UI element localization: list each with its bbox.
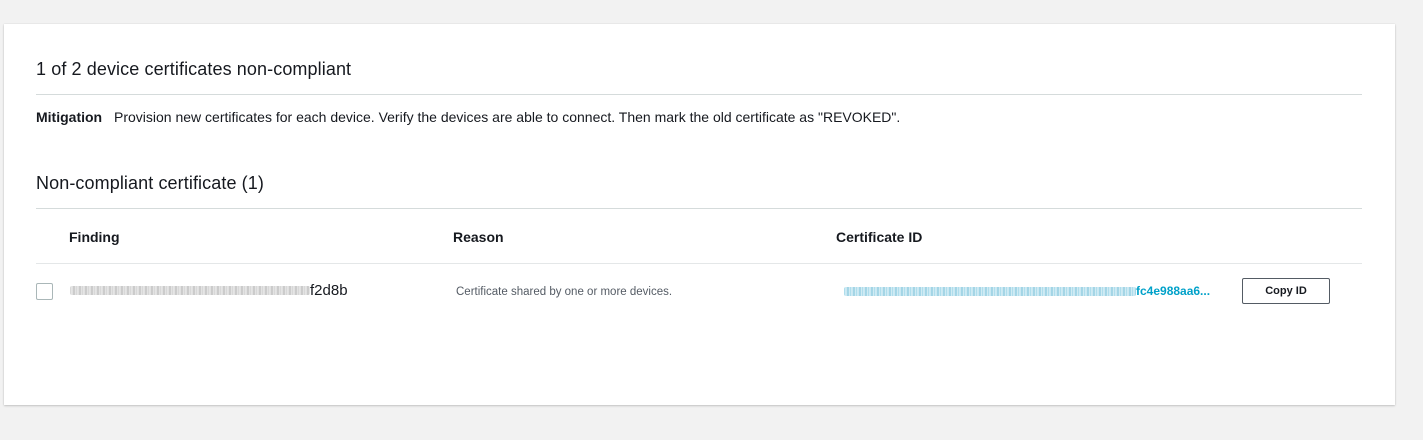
mitigation-text: Provision new certificates for each devi… — [114, 109, 901, 125]
column-header-certificate-id: Certificate ID — [836, 229, 923, 245]
reason-text: Certificate shared by one or more device… — [456, 286, 673, 298]
redacted-certificate-id — [844, 287, 1136, 296]
row-select-checkbox[interactable] — [36, 283, 53, 300]
certificate-id-link[interactable]: fc4e988aa6... — [1136, 284, 1210, 298]
summary-divider — [36, 94, 1362, 95]
finding-id-suffix: f2d8b — [310, 282, 348, 299]
summary-title: 1 of 2 device certificates non-compliant — [36, 59, 352, 79]
table-row: f2d8b Certificate shared by one or more … — [36, 264, 1362, 318]
certificates-section-title: Non-compliant certificate (1) — [36, 173, 264, 193]
mitigation-row: Mitigation Provision new certificates fo… — [36, 109, 900, 125]
column-header-reason: Reason — [453, 229, 504, 245]
copy-id-button[interactable]: Copy ID — [1242, 278, 1330, 304]
findings-panel: 1 of 2 device certificates non-compliant… — [4, 24, 1395, 405]
redacted-finding-id — [70, 286, 310, 295]
mitigation-label: Mitigation — [36, 109, 103, 125]
certificates-divider — [36, 208, 1362, 209]
column-header-finding: Finding — [69, 229, 120, 245]
